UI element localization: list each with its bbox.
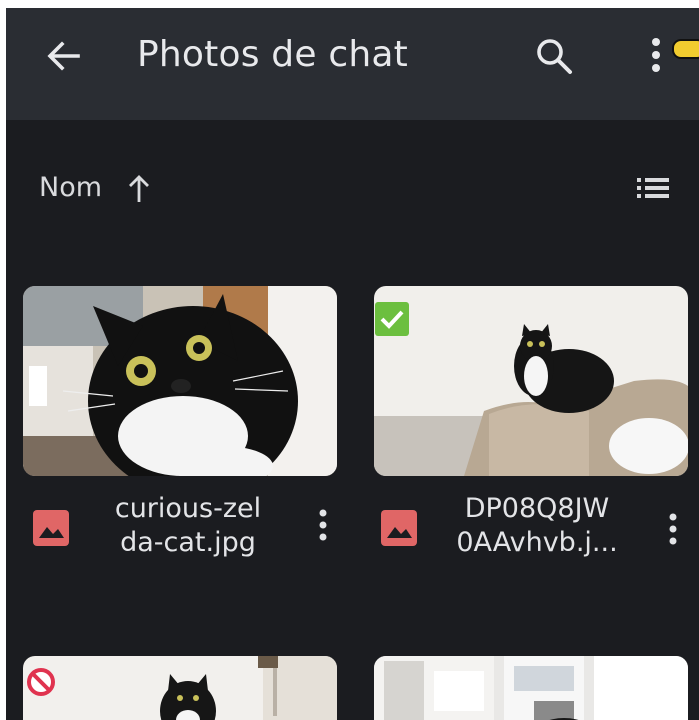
back-button[interactable] [40, 32, 88, 80]
file-options-button[interactable] [661, 508, 685, 552]
file-name-line-2: da-cat.jpg [120, 527, 256, 558]
file-card[interactable] [23, 656, 343, 720]
top-app-bar: Photos de chat [6, 8, 699, 120]
block-icon [27, 668, 55, 696]
file-name: DP08Q8JW 0AAvhvb.j... [442, 492, 632, 560]
file-name: curious-zel da-cat.jpg [93, 492, 283, 560]
page-title: Photos de chat [137, 34, 408, 75]
search-icon [537, 39, 572, 74]
more-vert-icon [652, 38, 660, 72]
file-name-line-2: 0AAvhvb.j... [456, 527, 618, 558]
list-view-icon [637, 178, 669, 198]
image-file-icon [31, 508, 71, 548]
sort-direction-button[interactable] [124, 170, 154, 206]
image-file-icon [379, 508, 419, 548]
thumbnail-image [374, 656, 688, 720]
list-view-toggle[interactable] [631, 170, 675, 206]
file-card[interactable] [374, 656, 694, 720]
thumbnail-image [23, 286, 337, 476]
more-vert-icon [669, 513, 677, 545]
file-card[interactable]: DP08Q8JW 0AAvhvb.j... [374, 286, 694, 586]
arrow-up-icon [129, 175, 149, 202]
sort-bar: Nom [6, 158, 699, 218]
file-browser-screen: Photos de chat Nom curious-zel da-cat.jp… [6, 8, 699, 720]
selected-check-badge[interactable] [375, 302, 409, 340]
sort-label[interactable]: Nom [39, 172, 102, 203]
edge-panel-handle[interactable] [672, 39, 699, 59]
thumbnail-image [374, 286, 688, 476]
arrow-back-icon [47, 41, 80, 71]
search-button[interactable] [530, 32, 578, 80]
file-card[interactable]: curious-zel da-cat.jpg [23, 286, 343, 586]
overflow-menu-button[interactable] [636, 32, 676, 80]
file-name-line-1: DP08Q8JW [464, 493, 610, 524]
file-options-button[interactable] [311, 504, 335, 548]
blocked-badge [25, 666, 57, 702]
more-vert-icon [319, 509, 327, 541]
file-name-line-1: curious-zel [114, 493, 262, 524]
thumbnail-image [23, 656, 337, 720]
checkmark-icon [375, 302, 409, 336]
